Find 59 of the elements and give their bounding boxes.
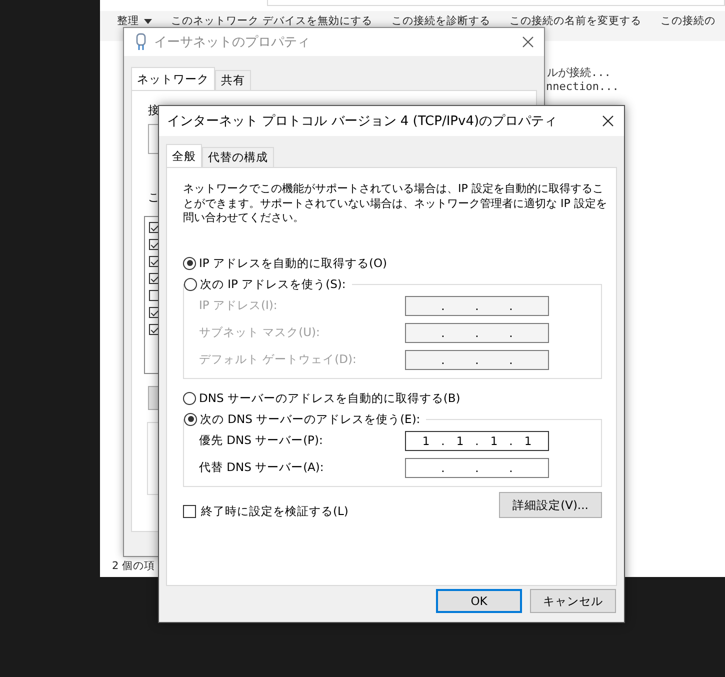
field-label: こ bbox=[148, 190, 160, 205]
field-label: 優先 DNS サーバー(P): bbox=[199, 433, 323, 448]
separator-text: . bbox=[474, 352, 480, 366]
octet-text: 1 bbox=[455, 434, 465, 448]
window-title: インターネット プロトコル バージョン 4 (TCP/IPv4)のプロパティ bbox=[167, 113, 558, 130]
separator-text: . bbox=[474, 460, 480, 474]
ok-button[interactable]: OK bbox=[436, 589, 522, 613]
radio-label: 次の IP アドレスを使う(S): bbox=[200, 276, 346, 292]
separator-text: . bbox=[440, 298, 446, 312]
separator-text: . bbox=[508, 434, 514, 448]
separator-text: . bbox=[474, 434, 480, 448]
close-icon[interactable] bbox=[522, 36, 534, 48]
toolbar-button[interactable]: このネットワーク デバイスを無効にする bbox=[168, 15, 388, 28]
separator-text: . bbox=[474, 298, 480, 312]
connection-detail: ルが接続... bbox=[547, 66, 612, 80]
checkbox[interactable] bbox=[183, 504, 196, 518]
radio-button[interactable] bbox=[183, 256, 196, 270]
radio-label: 次の DNS サーバーのアドレスを使う(E): bbox=[200, 412, 420, 426]
tab[interactable]: 共有 bbox=[215, 70, 251, 90]
window-title: イーサネットのプロパティ bbox=[154, 34, 310, 51]
toolbar-button[interactable]: この接続の名前を変更する bbox=[506, 15, 658, 28]
radio-label: IP アドレスを自動的に取得する(O) bbox=[199, 256, 388, 270]
tab[interactable]: 全般 bbox=[166, 144, 202, 167]
separator-text: . bbox=[508, 352, 514, 366]
octet-text: 1 bbox=[489, 434, 499, 448]
separator-text: . bbox=[440, 326, 446, 340]
separator-text: . bbox=[440, 434, 446, 448]
radio-label: DNS サーバーのアドレスを自動的に取得する(B) bbox=[199, 390, 460, 406]
field-label: 接 bbox=[148, 103, 160, 118]
toolbar-button[interactable]: この接続を診断する bbox=[388, 15, 506, 28]
octet-text: 1 bbox=[523, 434, 533, 448]
checkbox-label: 終了時に設定を検証する(L) bbox=[201, 504, 348, 518]
ip-address-field[interactable]: . . . bbox=[405, 458, 549, 478]
tab[interactable]: 代替の構成 bbox=[202, 147, 274, 167]
separator-text: . bbox=[474, 326, 480, 340]
toolbar-button[interactable]: この接続の bbox=[657, 15, 725, 28]
radio-button[interactable] bbox=[184, 412, 197, 426]
tab[interactable]: ネットワーク bbox=[131, 67, 215, 90]
ip-address-field[interactable]: 1 . 1 . 1 . 1 bbox=[405, 430, 549, 450]
caret-icon bbox=[144, 19, 152, 24]
octet-text: 1 bbox=[421, 434, 431, 448]
separator-text: . bbox=[508, 326, 514, 340]
field-label: サブネット マスク(U): bbox=[199, 325, 320, 340]
cancel-button[interactable]: キャンセル bbox=[530, 589, 616, 613]
adapter-icon bbox=[136, 33, 146, 51]
field-label: 代替 DNS サーバー(A): bbox=[199, 460, 324, 475]
connection-detail: nnection... bbox=[546, 80, 619, 94]
description-text: ネットワークでこの機能がサポートされている場合は、IP 設定を自動的に取得することができます。サポートされていない場合は、ネットワーク管理者に適切な IP 設定を問い合わせてください。 bbox=[183, 182, 608, 226]
field-label: デフォルト ゲートウェイ(D): bbox=[199, 352, 356, 367]
status-text: 2 個の項 bbox=[112, 559, 156, 573]
separator-text: . bbox=[440, 352, 446, 366]
separator-text: . bbox=[508, 460, 514, 474]
field-label: IP アドレス(I): bbox=[199, 298, 278, 313]
close-icon[interactable] bbox=[602, 115, 614, 127]
advanced-button[interactable]: 詳細設定(V)... bbox=[499, 492, 602, 518]
separator-text: . bbox=[440, 460, 446, 474]
toolbar-button[interactable]: 整理 bbox=[114, 15, 168, 28]
radio-button[interactable] bbox=[183, 392, 196, 404]
separator-text: . bbox=[508, 298, 514, 312]
